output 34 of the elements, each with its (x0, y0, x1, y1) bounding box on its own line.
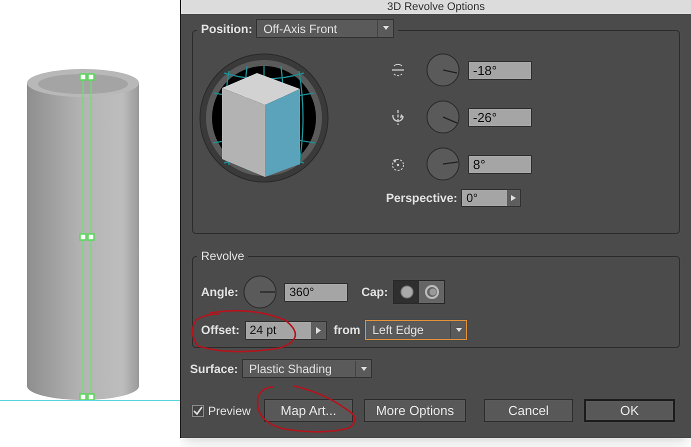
rotation-field[interactable]: 8° (468, 154, 532, 174)
rotation-dial[interactable] (426, 100, 460, 134)
checkmark-icon (193, 406, 203, 416)
cap-label: Cap: (361, 284, 388, 301)
window-title: 3D Revolve Options (181, 0, 691, 14)
rotation-dial[interactable] (426, 53, 460, 87)
dialog-button[interactable]: OK (584, 399, 675, 422)
angle-dial[interactable] (243, 275, 278, 309)
from-dropdown[interactable]: Left Edge (365, 320, 468, 340)
cap-on-button[interactable] (394, 281, 420, 303)
cap-icon (398, 283, 416, 301)
trackball-drawing[interactable] (199, 53, 329, 183)
rotation-field[interactable]: -18° (468, 60, 532, 80)
preview-label: Preview (208, 402, 251, 420)
surface-dropdown[interactable]: Plastic Shading (242, 359, 372, 378)
perspective-field[interactable]: 0° (461, 189, 522, 207)
from-label: from (334, 322, 360, 339)
position-label: Position: (201, 20, 252, 38)
offset-label: Offset: (201, 322, 240, 339)
cap-icon (422, 283, 441, 301)
perspective-label: Perspective: (386, 190, 458, 207)
cap-off-button[interactable] (419, 281, 444, 303)
angle-field[interactable]: 360° (284, 282, 348, 302)
rotation-dial[interactable] (426, 147, 460, 181)
x-axis-rotation-icon (389, 61, 407, 79)
preview-checkbox[interactable] (192, 404, 204, 416)
rotation-field[interactable]: -26° (468, 108, 532, 126)
angle-label: Angle: (201, 284, 238, 301)
position-dropdown[interactable]: Off-Axis Front (256, 19, 394, 38)
dialog-button[interactable]: More Options (364, 399, 466, 422)
offset-field[interactable]: 24 pt (244, 320, 327, 340)
surface-label: Surface: (190, 360, 238, 378)
dialog-button[interactable]: Cancel (484, 399, 573, 422)
dialog-button[interactable]: Map Art... (264, 399, 353, 422)
